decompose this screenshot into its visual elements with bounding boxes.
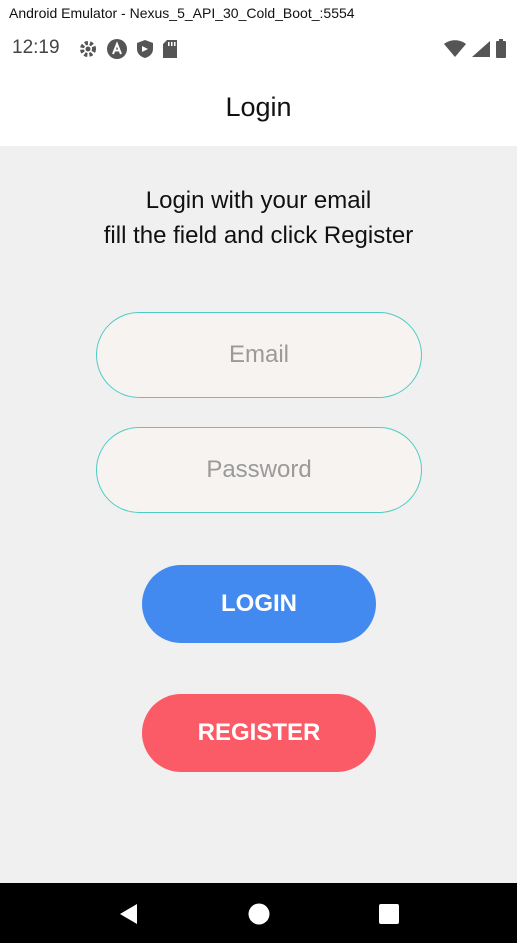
notification-icons — [78, 38, 178, 65]
home-icon[interactable] — [246, 901, 272, 927]
status-bar: 12:19 — [0, 26, 517, 72]
wifi-icon — [443, 40, 467, 63]
app-bar: Login — [0, 72, 517, 146]
password-field[interactable] — [96, 427, 422, 513]
cellular-signal-icon — [471, 40, 491, 63]
email-field[interactable] — [96, 312, 422, 398]
gear-icon — [78, 39, 98, 64]
shield-icon — [136, 39, 154, 64]
login-instructions: Login with your email fill the field and… — [0, 183, 517, 253]
instructions-line-1: Login with your email — [145, 187, 372, 214]
navigation-bar — [0, 883, 517, 943]
status-time: 12:19 — [12, 37, 60, 58]
register-button[interactable]: REGISTER — [142, 694, 376, 772]
login-screen: Login with your email fill the field and… — [0, 146, 517, 883]
emulator-window-title: Android Emulator - Nexus_5_API_30_Cold_B… — [0, 0, 517, 26]
system-status-icons — [443, 39, 507, 64]
android-a-icon — [106, 38, 128, 65]
back-icon[interactable] — [116, 901, 142, 927]
login-button[interactable]: LOGIN — [142, 565, 376, 643]
sd-card-icon — [162, 39, 178, 64]
page-title: Login — [225, 92, 292, 122]
instructions-line-2: fill the field and click Register — [103, 222, 414, 249]
battery-icon — [495, 39, 507, 64]
recents-icon[interactable] — [376, 901, 402, 927]
